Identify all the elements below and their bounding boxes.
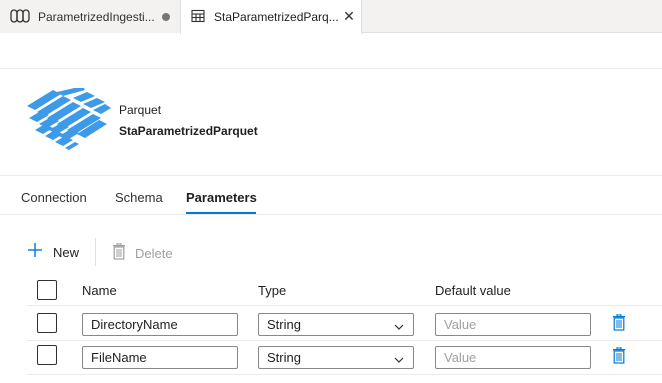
editor-tab-strip: ParametrizedIngesti... StaParametrizedPa… (0, 0, 662, 34)
toolbar-separator (95, 238, 96, 266)
new-label: New (53, 244, 80, 260)
tab-parameters[interactable]: Parameters (186, 190, 257, 205)
tab-label: StaParametrizedParq... (214, 10, 339, 24)
parameter-type-select[interactable]: String (258, 346, 414, 369)
divider (27, 374, 662, 375)
tab-label: ParametrizedIngesti... (38, 10, 155, 24)
pipeline-icon (10, 9, 30, 26)
divider (27, 340, 662, 341)
parameter-name-input[interactable]: FileName (82, 346, 238, 369)
type-value: String (267, 350, 301, 365)
parameter-name-input[interactable]: DirectoryName (82, 313, 238, 336)
default-value-input[interactable]: Value (435, 346, 591, 369)
divider (0, 214, 662, 215)
tab-schema[interactable]: Schema (115, 190, 163, 205)
delete-row-trash-icon[interactable] (612, 313, 626, 334)
divider (0, 175, 662, 176)
tab-dataset[interactable]: StaParametrizedParq... ✕ (180, 0, 362, 34)
column-header-default: Default value (435, 283, 511, 298)
tab-pipeline[interactable]: ParametrizedIngesti... (0, 0, 180, 33)
default-value-input[interactable]: Value (435, 313, 591, 336)
delete-parameter-button[interactable]: Delete (112, 242, 173, 263)
type-value: String (267, 317, 301, 332)
delete-label: Delete (135, 245, 173, 261)
column-header-name: Name (82, 283, 117, 298)
trash-icon (112, 242, 126, 263)
dataset-name: StaParametrizedParquet (119, 124, 258, 138)
close-icon[interactable]: ✕ (341, 8, 357, 24)
divider (0, 68, 662, 69)
row-checkbox[interactable] (37, 345, 57, 365)
parameter-type-select[interactable]: String (258, 313, 414, 336)
divider (27, 305, 662, 306)
table-icon (191, 9, 205, 26)
unsaved-dot-icon (162, 13, 170, 21)
row-checkbox[interactable] (37, 313, 57, 333)
chevron-down-icon (393, 351, 405, 372)
chevron-down-icon (393, 318, 405, 339)
column-header-type: Type (258, 283, 287, 298)
new-parameter-button[interactable]: New (27, 242, 79, 262)
plus-icon (27, 242, 45, 262)
parquet-icon (27, 86, 111, 157)
tab-connection[interactable]: Connection (21, 190, 87, 205)
dataset-type: Parquet (119, 103, 162, 117)
select-all-checkbox[interactable] (37, 280, 57, 300)
delete-row-trash-icon[interactable] (612, 346, 626, 367)
